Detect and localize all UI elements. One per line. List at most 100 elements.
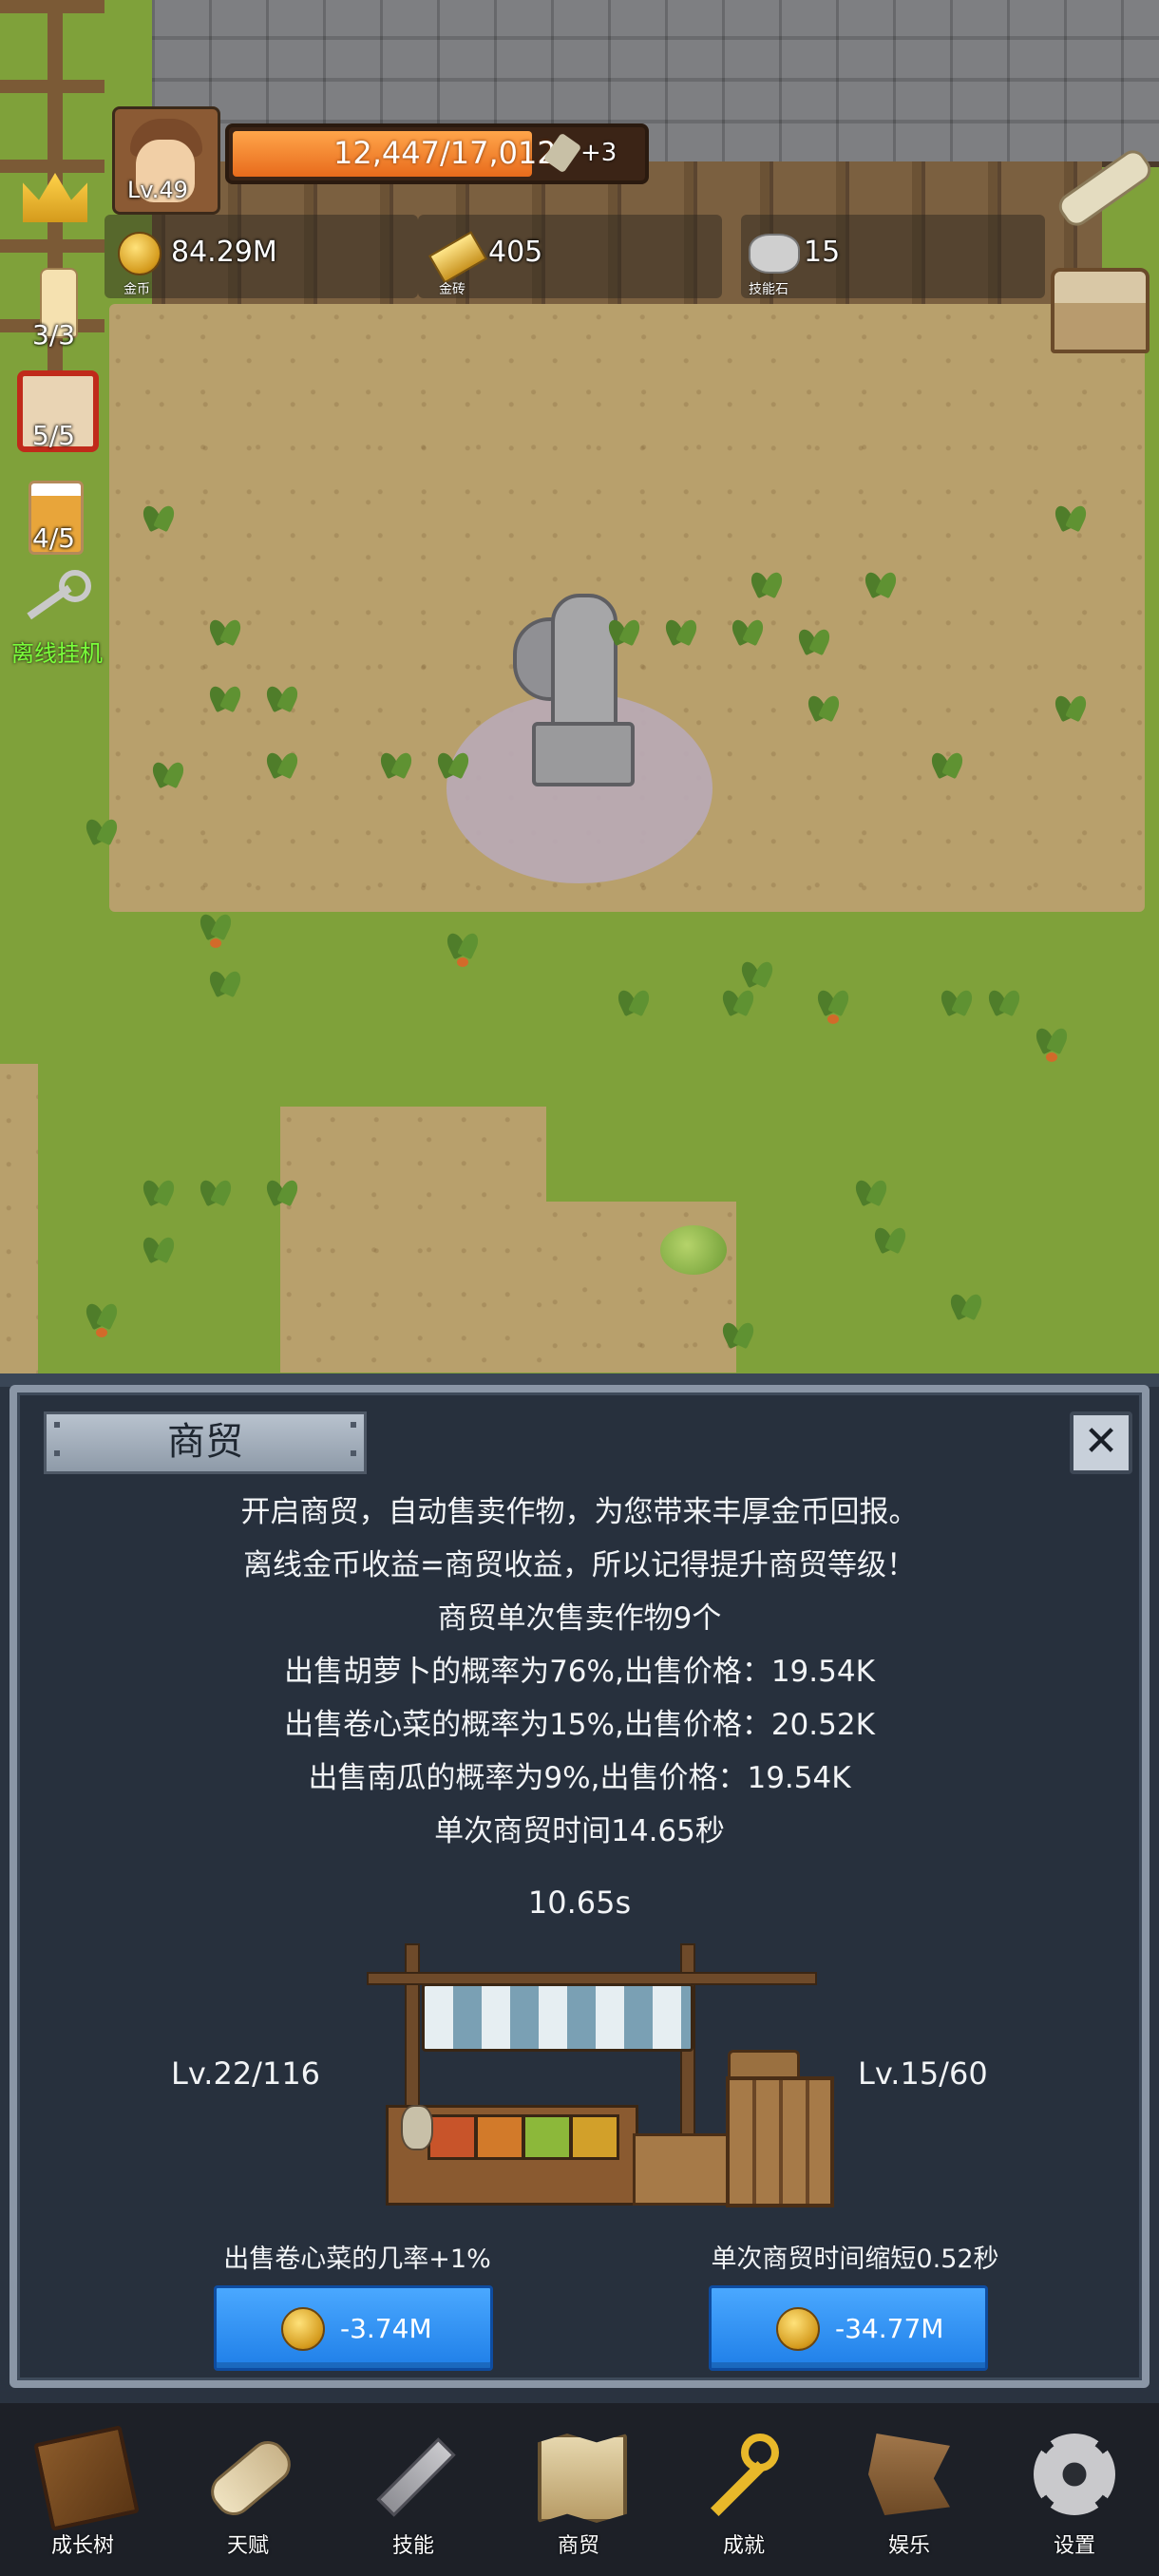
exp-bonus: +3	[580, 139, 618, 167]
beer-count: 4/5	[32, 522, 76, 554]
nav-trade[interactable]: 商贸	[496, 2403, 661, 2576]
nav-talent[interactable]: 天赋	[165, 2403, 331, 2576]
crop-plant[interactable]	[86, 817, 118, 843]
skill-stone-display: 15 技能石	[741, 215, 1045, 298]
crop-plant[interactable]	[142, 503, 175, 530]
book-icon	[33, 2425, 140, 2531]
produce-crate	[522, 2114, 572, 2160]
nav-growth-tree[interactable]: 成长树	[0, 2403, 165, 2576]
crop-plant[interactable]	[266, 750, 298, 777]
desc-line: 出售南瓜的概率为9%,出售价格：19.54K	[308, 1761, 851, 1795]
crop-plant[interactable]	[940, 988, 973, 1014]
gold-coin-icon	[281, 2307, 325, 2351]
crop-plant[interactable]	[266, 684, 298, 710]
crop-plant[interactable]	[988, 988, 1020, 1014]
auto-idle-label[interactable]: 离线挂机	[11, 635, 103, 668]
crop-plant[interactable]	[200, 912, 232, 948]
crop-plant[interactable]	[732, 617, 764, 644]
candle-count: 3/3	[32, 319, 76, 350]
panel-title: 商贸	[44, 1411, 367, 1474]
statue-base	[532, 722, 635, 786]
nav-settings[interactable]: 设置	[992, 2403, 1157, 2576]
produce-crate	[428, 2114, 477, 2160]
crop-plant[interactable]	[931, 750, 963, 777]
crop-plant[interactable]	[266, 1178, 298, 1204]
desc-line: 开启商贸，自动售卖作物，为您带来丰厚金币回报。	[240, 1495, 919, 1529]
crop-plant[interactable]	[750, 570, 783, 597]
crop-plant[interactable]	[741, 959, 773, 986]
desc-line: 单次商贸时间14.65秒	[434, 1814, 725, 1848]
crop-plant[interactable]	[855, 1178, 887, 1204]
crop-plant[interactable]	[209, 969, 241, 995]
upgrade-label: 单次商贸时间缩短0.52秒	[711, 2245, 999, 2274]
upgrade-cabbage-button[interactable]: -3.74M	[214, 2285, 493, 2371]
crop-plant[interactable]	[1054, 503, 1087, 530]
crop-plant[interactable]	[86, 1301, 118, 1337]
nav-label: 娱乐	[887, 2534, 930, 2558]
nav-skills[interactable]: 技能	[331, 2403, 496, 2576]
sword-icon	[376, 2437, 456, 2517]
crop-plant[interactable]	[722, 1320, 754, 1347]
skill-stone-caption: 技能石	[749, 282, 788, 297]
key-icon	[703, 2434, 785, 2515]
desc-line: 离线金币收益=商贸收益，所以记得提升商贸等级！	[243, 1548, 916, 1582]
crop-plant[interactable]	[665, 617, 697, 644]
scroll-icon	[202, 2433, 299, 2524]
close-icon: ✕	[1083, 1417, 1119, 1466]
gold-coin-icon	[776, 2307, 820, 2351]
crop-plant[interactable]	[437, 750, 469, 777]
crop-plant[interactable]	[608, 617, 640, 644]
crop-plant[interactable]	[209, 617, 241, 644]
crop-plant[interactable]	[142, 1178, 175, 1204]
nav-achievements[interactable]: 成就	[661, 2403, 826, 2576]
crop-plant[interactable]	[950, 1292, 982, 1318]
treasure-chest-icon[interactable]	[1051, 268, 1150, 353]
crop-plant[interactable]	[152, 760, 184, 786]
close-button[interactable]: ✕	[1070, 1411, 1132, 1474]
nav-label: 成就	[722, 2534, 765, 2558]
flag-icon	[868, 2434, 950, 2515]
crop-plant[interactable]	[446, 931, 479, 967]
produce-crate	[475, 2114, 524, 2160]
gold-brick-icon	[428, 231, 488, 284]
key-icon[interactable]	[21, 570, 97, 627]
crop-plant[interactable]	[380, 750, 412, 777]
market-stall-image	[367, 1943, 834, 2219]
gold-brick-value: 405	[488, 236, 543, 269]
nav-label: 成长树	[50, 2534, 114, 2558]
dice-count: 5/5	[32, 420, 76, 451]
player-level: Lv.49	[127, 177, 188, 203]
crop-plant[interactable]	[209, 684, 241, 710]
crop-plant[interactable]	[200, 1178, 232, 1204]
gear-icon	[1034, 2434, 1115, 2515]
gold-coin-value: 84.29M	[171, 236, 277, 269]
upgrade-cost: -3.74M	[340, 2313, 432, 2344]
angel-statue[interactable]	[551, 594, 618, 734]
stall-chest	[633, 2133, 733, 2206]
crop-plant[interactable]	[1036, 1026, 1068, 1062]
crop-plant[interactable]	[808, 693, 840, 720]
cabbage-chance-level: Lv.22/116	[171, 2055, 321, 2092]
dirt-patch	[280, 1107, 546, 1373]
cabbage-crop[interactable]	[660, 1225, 727, 1275]
crop-plant[interactable]	[864, 570, 897, 597]
exp-bar: 12,447/17,012 +3	[225, 123, 649, 184]
crop-plant[interactable]	[722, 988, 754, 1014]
upgrade-trade-time-button[interactable]: -34.77M	[709, 2285, 988, 2371]
crop-plant[interactable]	[817, 988, 849, 1024]
upgrade-cost: -34.77M	[835, 2313, 944, 2344]
desc-line: 出售胡萝卜的概率为76%,出售价格：19.54K	[284, 1655, 875, 1689]
crop-plant[interactable]	[1054, 693, 1087, 720]
crop-plant[interactable]	[874, 1225, 906, 1252]
crop-plant[interactable]	[798, 627, 830, 653]
map-icon	[538, 2434, 627, 2523]
trade-time-level: Lv.15/60	[858, 2055, 988, 2092]
nav-entertainment[interactable]: 娱乐	[826, 2403, 992, 2576]
nav-label: 天赋	[226, 2534, 269, 2558]
crop-plant[interactable]	[618, 988, 650, 1014]
crop-plant[interactable]	[142, 1235, 175, 1261]
trade-panel: 商贸 ✕ 开启商贸，自动售卖作物，为您带来丰厚金币回报。 离线金币收益=商贸收益…	[10, 1385, 1150, 2388]
desc-line: 出售卷心菜的概率为15%,出售价格：20.52K	[284, 1708, 875, 1742]
dirt-patch	[0, 1064, 38, 1375]
upgrade-label: 出售卷心菜的几率+1%	[223, 2245, 491, 2274]
